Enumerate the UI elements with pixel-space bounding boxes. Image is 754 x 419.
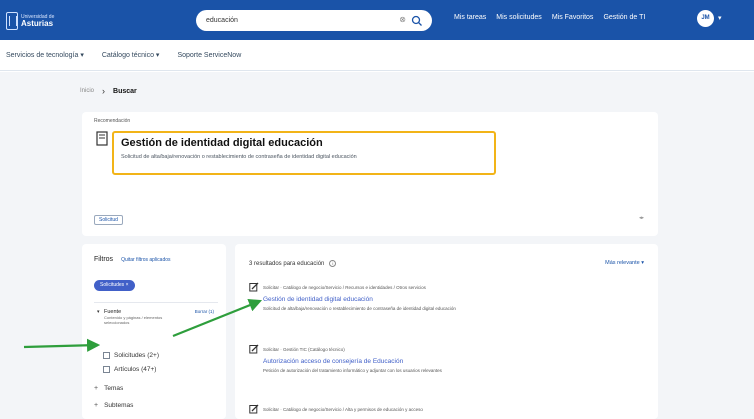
plus-icon: + [94, 402, 99, 409]
breadcrumb-current: Buscar [113, 87, 137, 95]
result-meta-text: Solicitar · Catálogo de negocio/Servicio… [263, 406, 423, 412]
result-item: Solicitar · Catálogo de negocio/Servicio… [249, 282, 534, 312]
nav-my-favorites[interactable]: Mis Favoritos [552, 14, 594, 21]
breadcrumb: Inicio › Buscar [80, 86, 137, 96]
facet-description: Contenido y páginas / elementos seleccio… [104, 315, 163, 325]
results-count-label: 3 resultados para educación [249, 260, 325, 267]
facet-subtopics[interactable]: + Subtemas [94, 402, 133, 409]
chevron-down-icon[interactable]: ▾ [718, 14, 722, 22]
clear-search-icon[interactable]: ⊗ [399, 15, 406, 24]
featured-label: Recomendación [94, 118, 131, 124]
active-filter-chip[interactable]: Solicitudes × [94, 280, 135, 291]
filter-option-label: Solicitudes (2+) [114, 352, 159, 359]
result-item: Solicitar · Gestión TIC (Catálogo técnic… [249, 344, 534, 374]
result-title[interactable]: Autorización acceso de consejería de Edu… [263, 358, 534, 365]
filters-header: Filtros Quitar filtros aplicados [94, 256, 171, 263]
plus-icon: + [94, 385, 99, 392]
result-meta: Solicitar · Gestión TIC (Catálogo técnic… [249, 344, 534, 354]
facet-topics-label: Temas [104, 385, 124, 392]
featured-card: Recomendación Gestión de identidad digit… [82, 112, 658, 236]
results-panel: 3 resultados para educación i Más releva… [235, 244, 658, 419]
filter-option-articles[interactable]: Artículos (47+) [103, 366, 156, 373]
logo-text: Universidad de Asturias [21, 14, 54, 28]
result-description: Petición de autorización del tratamiento… [263, 368, 442, 373]
nav-my-requests[interactable]: Mis solicitudes [496, 14, 542, 21]
filter-option-requests[interactable]: Solicitudes (2+) [103, 352, 159, 359]
breadcrumb-home[interactable]: Inicio [80, 88, 94, 94]
result-meta-text: Solicitar · Gestión TIC (Catálogo técnic… [263, 346, 345, 352]
chevron-down-icon[interactable]: ▾ [97, 309, 100, 315]
search-value: educación [206, 17, 238, 24]
featured-result-highlight[interactable]: Gestión de identidad digital educación S… [112, 131, 496, 175]
checkbox[interactable] [103, 366, 110, 373]
request-form-icon [249, 282, 259, 292]
result-item: Solicitar · Catálogo de negocio/Servicio… [249, 404, 534, 414]
nav-it-management[interactable]: Gestión de TI [603, 14, 645, 21]
search-icon[interactable] [411, 14, 423, 26]
avatar[interactable]: JM [697, 10, 714, 27]
result-meta: Solicitar · Catálogo de negocio/Servicio… [249, 282, 534, 292]
featured-tag: Solicitud [94, 215, 123, 225]
facet-topics[interactable]: + Temas [94, 385, 123, 392]
facet-source: ▾ Fuente Borrar (1) Contenido y páginas … [94, 302, 218, 346]
nav-my-tasks[interactable]: Mis tareas [454, 14, 486, 21]
clear-filters-link[interactable]: Quitar filtros aplicados [121, 257, 170, 263]
filters-panel: Filtros Quitar filtros aplicados Solicit… [82, 244, 226, 419]
result-title[interactable]: Gestión de identidad digital educación [263, 296, 534, 303]
facet-clear-link[interactable]: Borrar (1) [195, 309, 214, 314]
featured-description: Solicitud de alta/baja/renovación o rest… [121, 154, 357, 160]
result-description: Solicitud de alta/baja/renovación o rest… [263, 306, 456, 311]
results-count: 3 resultados para educación i [249, 260, 337, 267]
info-icon[interactable]: i [329, 260, 337, 267]
logo-line2: Asturias [21, 18, 54, 28]
facet-subtopics-label: Subtemas [104, 402, 134, 409]
result-meta-text: Solicitar · Catálogo de negocio/Servicio… [263, 284, 426, 290]
sort-dropdown[interactable]: Más relevante ▾ [605, 260, 644, 266]
checkbox[interactable] [103, 352, 110, 359]
filters-title: Filtros [94, 256, 114, 263]
filter-option-label: Artículos (47+) [114, 366, 157, 373]
request-form-icon [249, 344, 259, 354]
main-content: Inicio › Buscar Recomendación Gestión de… [0, 72, 754, 419]
top-header: Universidad de Asturias educación ⊗ Mis … [0, 0, 754, 40]
featured-pager[interactable]: ◂▸ [639, 215, 644, 221]
search-input[interactable]: educación ⊗ [196, 10, 432, 31]
menu-servicenow-support[interactable]: Soporte ServiceNow [177, 52, 241, 59]
menu-tech-catalog[interactable]: Catálogo técnico ▾ [102, 51, 160, 59]
document-icon [96, 131, 108, 146]
menu-tech-services[interactable]: Servicios de tecnología ▾ [6, 51, 84, 59]
secondary-nav: Servicios de tecnología ▾ Catálogo técni… [0, 40, 754, 71]
header-nav: Mis tareas Mis solicitudes Mis Favoritos… [454, 14, 645, 21]
logo-mark-icon [6, 12, 18, 30]
featured-title[interactable]: Gestión de identidad digital educación [121, 137, 487, 149]
chevron-right-icon: › [102, 86, 106, 96]
university-logo[interactable]: Universidad de Asturias [6, 10, 66, 32]
result-meta: Solicitar · Catálogo de negocio/Servicio… [249, 404, 534, 414]
request-form-icon [249, 404, 259, 414]
